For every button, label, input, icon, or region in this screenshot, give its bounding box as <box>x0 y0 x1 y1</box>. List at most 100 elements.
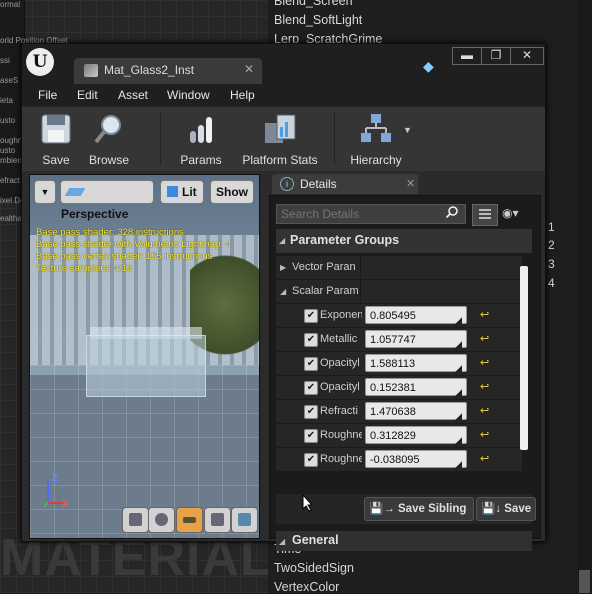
menu-help[interactable]: Help <box>230 88 255 102</box>
param-override-checkbox[interactable]: ✔ <box>304 309 318 323</box>
teapot-icon <box>238 513 251 526</box>
palette-item[interactable]: TwoSidedSign <box>274 561 354 575</box>
save-button[interactable]: Save <box>34 111 78 167</box>
preview-plane-button[interactable] <box>176 507 203 533</box>
hierarchy-button[interactable]: Hierarchy <box>344 111 408 167</box>
param-override-checkbox[interactable]: ✔ <box>304 453 318 467</box>
param-value-field[interactable]: 1.057747 ◢ <box>365 330 467 349</box>
param-value-field[interactable]: 0.312829 ◢ <box>365 426 467 445</box>
param-override-checkbox[interactable]: ✔ <box>304 357 318 371</box>
line-number: 2 <box>548 238 555 252</box>
hierarchy-dropdown-icon[interactable]: ▼ <box>403 125 412 135</box>
column-divider <box>360 280 361 303</box>
collapse-arrow-icon: ◢ <box>279 537 286 546</box>
platform-stats-button[interactable]: Platform Stats <box>236 111 324 167</box>
details-tab[interactable]: i Details ✕ <box>272 174 418 194</box>
general-title: General <box>292 533 339 547</box>
drag-handle-icon[interactable]: ◢ <box>455 407 462 425</box>
param-value-field[interactable]: 0.152381 ◢ <box>365 378 467 397</box>
title-bar[interactable]: U Mat_Glass2_Inst ✕ ◆ ▬ ❐ ✕ <box>22 44 545 84</box>
param-override-checkbox[interactable]: ✔ <box>304 429 318 443</box>
viewport-options-button[interactable]: ▼ <box>34 180 56 204</box>
drag-handle-icon[interactable]: ◢ <box>455 383 462 401</box>
toolbar: Save Browse Params Platform Stats Hierar… <box>22 106 545 171</box>
reset-to-default-icon[interactable]: ↩ <box>480 428 489 441</box>
vector-parameter-group[interactable]: ▶ Vector Paran <box>276 256 522 280</box>
view-options-eye-icon[interactable]: ◉▾ <box>502 206 532 222</box>
save-sibling-button[interactable]: 💾→ Save Sibling <box>364 497 474 521</box>
params-label: Params <box>180 153 222 167</box>
minimize-button[interactable]: ▬ <box>452 47 482 65</box>
preview-cylinder-button[interactable] <box>122 507 149 533</box>
menu-window[interactable]: Window <box>167 88 210 102</box>
column-divider <box>360 256 361 279</box>
cylinder-icon <box>129 513 142 526</box>
menu-file[interactable]: File <box>38 88 57 102</box>
scalar-param-row: ✔ Roughne 0.312829 ◢ ↩ <box>276 424 522 448</box>
show-button[interactable]: Show <box>210 180 254 204</box>
reset-to-default-icon[interactable]: ↩ <box>480 308 489 321</box>
drag-handle-icon[interactable]: ◢ <box>455 455 462 473</box>
axis-gizmo: Z X <box>36 471 76 511</box>
save-sibling-icon: 💾→ <box>369 503 399 515</box>
params-button[interactable]: Params <box>174 111 228 167</box>
search-details-input[interactable] <box>276 204 466 224</box>
reset-to-default-icon[interactable]: ↩ <box>480 356 489 369</box>
palette-item[interactable]: VertexColor <box>274 580 339 594</box>
param-override-checkbox[interactable]: ✔ <box>304 333 318 347</box>
details-tab-close-icon[interactable]: ✕ <box>406 177 415 190</box>
toolbar-separator <box>160 113 161 165</box>
lit-button[interactable]: Lit <box>160 180 204 204</box>
scalar-param-row: ✔ Refracti 1.470638 ◢ ↩ <box>276 400 522 424</box>
drag-handle-icon[interactable]: ◢ <box>455 359 462 377</box>
scalar-param-row: ✔ Metallic 1.057747 ◢ ↩ <box>276 328 522 352</box>
node-pin-label: ealtha <box>0 214 22 223</box>
preview-cube-button[interactable] <box>204 507 231 533</box>
reset-to-default-icon[interactable]: ↩ <box>480 452 489 465</box>
cube-icon <box>211 513 224 526</box>
drag-handle-icon[interactable]: ◢ <box>455 431 462 449</box>
param-value-field[interactable]: 0.805495 ◢ <box>365 306 467 325</box>
scalar-parameter-group[interactable]: ◢ Scalar Param <box>276 280 522 304</box>
maximize-button[interactable]: ❐ <box>481 47 511 65</box>
preview-custom-mesh-button[interactable] <box>231 507 258 533</box>
tab-close-icon[interactable]: ✕ <box>244 62 254 76</box>
preview-sphere-button[interactable] <box>148 507 175 533</box>
general-category-header[interactable]: ◢ General <box>276 531 532 551</box>
drag-handle-icon[interactable]: ◢ <box>455 311 462 329</box>
lit-label: Lit <box>182 185 197 199</box>
property-matrix-button[interactable] <box>472 204 498 226</box>
palette-scrollbar-thumb[interactable] <box>579 570 590 593</box>
palette-item[interactable]: Blend_Screen <box>274 0 353 8</box>
material-instance-editor-window: U Mat_Glass2_Inst ✕ ◆ ▬ ❐ ✕ File Edit As… <box>21 43 546 551</box>
menu-edit[interactable]: Edit <box>77 88 98 102</box>
axis-x-label: X <box>62 499 69 509</box>
platform-stats-label: Platform Stats <box>242 153 318 167</box>
asset-tab[interactable]: Mat_Glass2_Inst ✕ <box>74 58 262 84</box>
reset-to-default-icon[interactable]: ↩ <box>480 404 489 417</box>
parameter-groups-title: Parameter Groups <box>290 233 400 247</box>
param-override-checkbox[interactable]: ✔ <box>304 405 318 419</box>
param-override-checkbox[interactable]: ✔ <box>304 381 318 395</box>
palette-item[interactable]: Blend_SoftLight <box>274 13 362 27</box>
save-child-button[interactable]: 💾↓ Save <box>476 497 536 521</box>
perspective-label: Perspective <box>61 207 129 221</box>
node-pin-label: ieta <box>0 96 13 105</box>
param-value-field[interactable]: -0.038095 ◢ <box>365 450 467 469</box>
details-scrollbar-thumb[interactable] <box>520 266 528 450</box>
menu-asset[interactable]: Asset <box>118 88 148 102</box>
palette-scrollbar[interactable] <box>578 0 592 593</box>
close-button[interactable]: ✕ <box>510 47 544 65</box>
reset-to-default-icon[interactable]: ↩ <box>480 380 489 393</box>
preview-viewport[interactable]: ▼ Perspective Lit Show Base pass shader:… <box>29 174 260 539</box>
drag-handle-icon[interactable]: ◢ <box>455 335 462 353</box>
perspective-button[interactable]: Perspective <box>60 180 154 221</box>
param-value: 0.805495 <box>370 310 416 322</box>
cube-icon[interactable]: ◆ <box>423 58 439 74</box>
reset-to-default-icon[interactable]: ↩ <box>480 332 489 345</box>
param-value-field[interactable]: 1.470638 ◢ <box>365 402 467 421</box>
node-pin-label: efract <box>0 176 21 185</box>
param-value-field[interactable]: 1.588113 ◢ <box>365 354 467 373</box>
browse-button[interactable]: Browse <box>84 111 134 167</box>
parameter-groups-header[interactable]: ◢ Parameter Groups <box>276 229 532 253</box>
